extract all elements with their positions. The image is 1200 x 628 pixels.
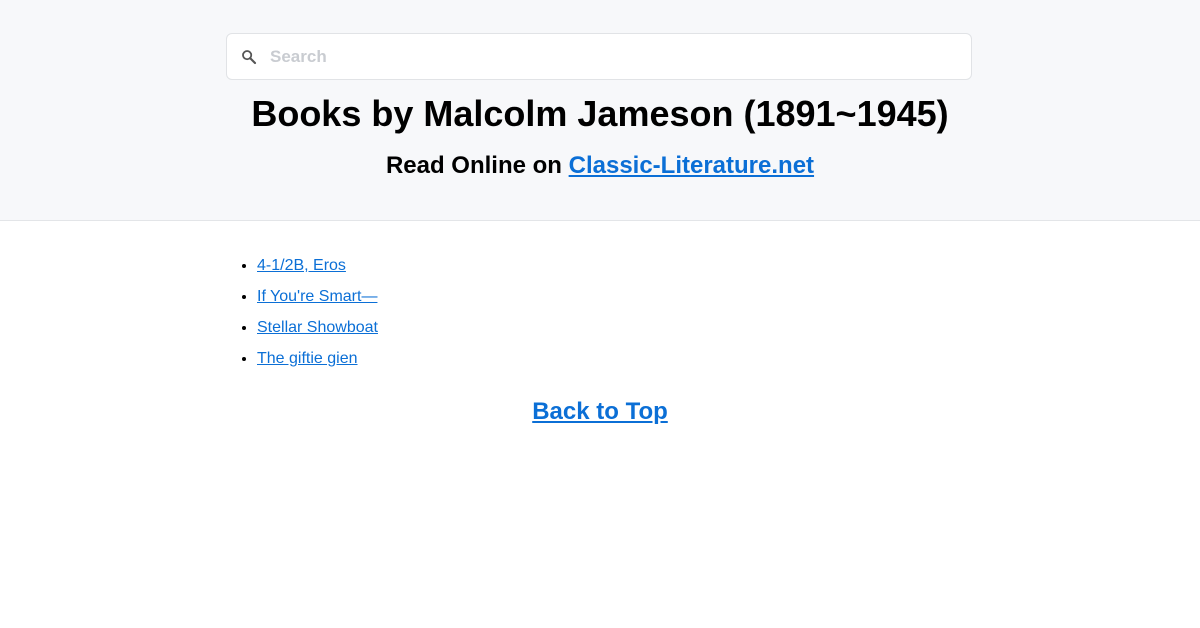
book-link[interactable]: If You're Smart— — [257, 288, 377, 305]
back-to-top-link[interactable]: Back to Top — [532, 398, 668, 425]
book-link[interactable]: 4-1/2B, Eros — [257, 257, 346, 274]
list-item: The giftie gien — [257, 343, 378, 374]
book-link[interactable]: The giftie gien — [257, 350, 358, 367]
list-item: Stellar Showboat — [257, 312, 378, 343]
list-item: If You're Smart— — [257, 281, 378, 312]
back-to-top-container: Back to Top — [0, 397, 1200, 427]
list-item: 4-1/2B, Eros — [257, 250, 378, 281]
page-title: Books by Malcolm Jameson (1891~1945) — [251, 93, 949, 134]
subtitle: Read Online on Classic-Literature.net — [0, 151, 1200, 181]
search-input[interactable] — [270, 34, 960, 79]
search-box[interactable] — [226, 33, 972, 80]
search-icon — [240, 48, 258, 66]
subtitle-prefix: Read Online on — [385, 152, 569, 179]
page-header: Books by Malcolm Jameson (1891~1945) Rea… — [0, 0, 1200, 221]
site-link[interactable]: Classic-Literature.net — [569, 152, 814, 179]
book-link[interactable]: Stellar Showboat — [257, 319, 378, 336]
book-list: 4-1/2B, Eros If You're Smart— Stellar Sh… — [257, 250, 378, 374]
